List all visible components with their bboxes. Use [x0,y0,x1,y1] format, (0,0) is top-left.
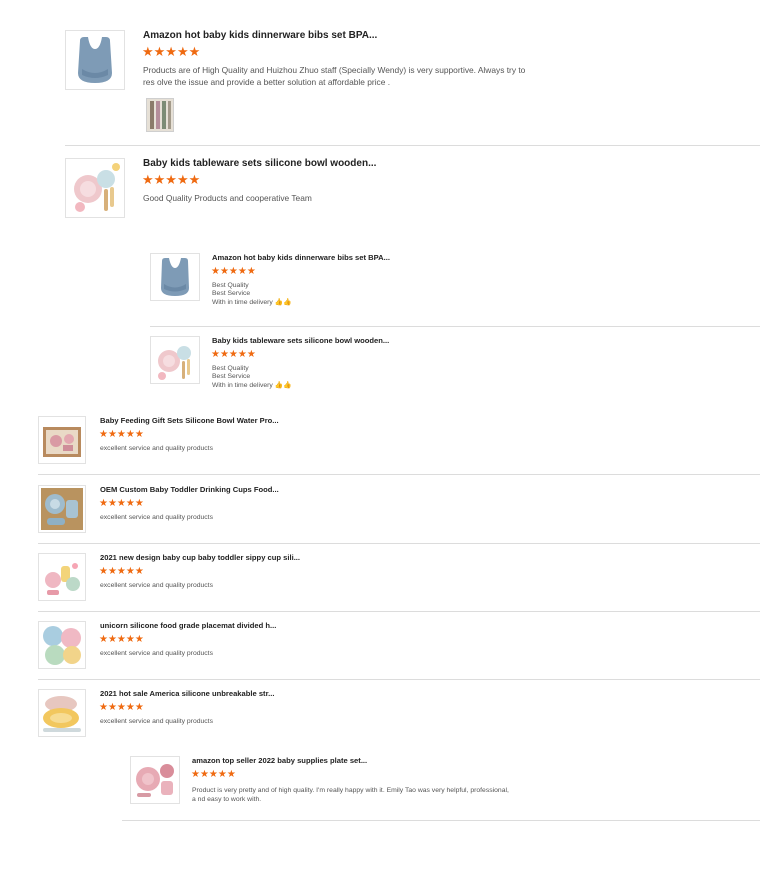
star-rating: ★★★★★ [211,266,256,277]
review-photo[interactable] [146,98,174,132]
star-rating: ★★★★★ [142,172,201,187]
review-line: Best Quality [212,282,249,289]
review-card: 2021 hot sale America silicone unbreakab… [38,689,760,741]
review-card: OEM Custom Baby Toddler Drinking Cups Fo… [38,485,760,537]
product-thumbnail[interactable] [150,336,200,384]
blue-bib-image [66,31,124,89]
product-title[interactable]: 2021 hot sale America silicone unbreakab… [100,689,274,698]
review-comment: excellent service and quality products [100,514,213,521]
product-title[interactable]: Baby kids tableware sets silicone bowl w… [212,336,389,345]
product-title[interactable]: Baby kids tableware sets silicone bowl w… [143,158,376,169]
star-rating: ★★★★★ [211,349,256,360]
review-line: Best Service [212,290,251,297]
nested-review-card: Baby kids tableware sets silicone bowl w… [150,336,760,396]
product-title[interactable]: Baby Feeding Gift Sets Silicone Bowl Wat… [100,416,279,425]
gift-set-box-image [39,417,85,463]
review-line: Best Quality [212,365,249,372]
review-comment: Good Quality Products and cooperative Te… [143,193,312,203]
star-rating: ★★★★★ [142,44,201,59]
nested-review-card: Amazon hot baby kids dinnerware bibs set… [150,253,760,313]
product-title[interactable]: Amazon hot baby kids dinnerware bibs set… [212,253,390,262]
review-line: Best Service [212,373,251,380]
sippy-cup-image [39,554,85,600]
divider [38,543,760,544]
unbreakable-plates-image [39,690,85,736]
divider [38,611,760,612]
product-title[interactable]: Amazon hot baby kids dinnerware bibs set… [143,30,377,41]
review-comment: Products are of High Quality and Huizhou… [143,65,526,87]
product-thumbnail[interactable] [65,158,125,218]
blue-bib-image [151,254,199,300]
plate-set-image [131,757,179,803]
divider [150,326,760,327]
review-card: Baby kids tableware sets silicone bowl w… [65,158,760,220]
product-thumbnail[interactable] [38,416,86,464]
product-title[interactable]: OEM Custom Baby Toddler Drinking Cups Fo… [100,485,279,494]
star-rating: ★★★★★ [99,429,144,440]
product-thumbnail[interactable] [38,485,86,533]
package-photo-image [147,99,173,131]
review-comment: excellent service and quality products [100,445,213,452]
review-comment: excellent service and quality products [100,582,213,589]
divider [38,679,760,680]
divider [38,474,760,475]
product-title[interactable]: unicorn silicone food grade placemat div… [100,621,276,630]
product-title[interactable]: 2021 new design baby cup baby toddler si… [100,553,300,562]
review-line: With in time delivery 👍👍 [212,299,292,306]
star-rating: ★★★★★ [99,498,144,509]
divider [65,145,760,146]
product-thumbnail[interactable] [38,621,86,669]
tableware-set-image [151,337,199,383]
divider [122,820,760,821]
star-rating: ★★★★★ [99,634,144,645]
review-card: Baby Feeding Gift Sets Silicone Bowl Wat… [38,416,760,468]
product-title[interactable]: amazon top seller 2022 baby supplies pla… [192,756,367,765]
drinking-cups-image [39,486,85,532]
placemat-image [39,622,85,668]
review-card: 2021 new design baby cup baby toddler si… [38,553,760,605]
product-thumbnail[interactable] [38,553,86,601]
product-thumbnail[interactable] [38,689,86,737]
review-line: With in time delivery 👍👍 [212,382,292,389]
tableware-set-image [66,159,124,217]
star-rating: ★★★★★ [191,769,236,780]
product-thumbnail[interactable] [150,253,200,301]
review-card: unicorn silicone food grade placemat div… [38,621,760,673]
review-comment: excellent service and quality products [100,650,213,657]
review-comment: Product is very pretty and of high quali… [192,787,509,803]
review-comment: excellent service and quality products [100,718,213,725]
product-thumbnail[interactable] [130,756,180,804]
review-card: amazon top seller 2022 baby supplies pla… [130,756,760,814]
star-rating: ★★★★★ [99,566,144,577]
product-thumbnail[interactable] [65,30,125,90]
star-rating: ★★★★★ [99,702,144,713]
